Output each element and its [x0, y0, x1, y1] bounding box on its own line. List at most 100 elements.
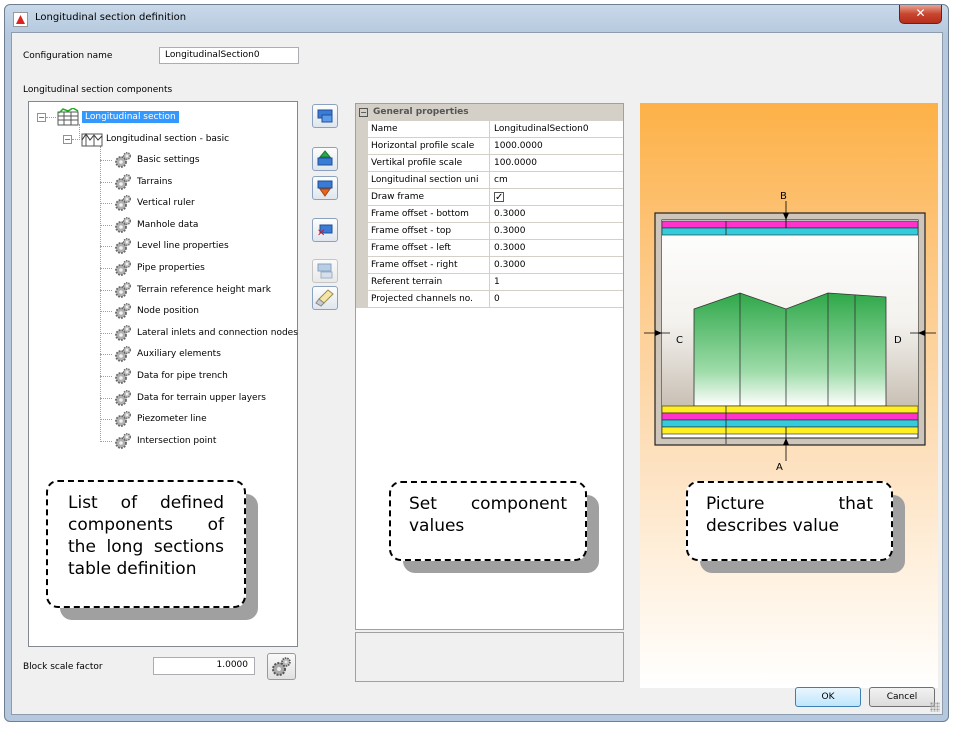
- tree-item-root[interactable]: Longitudinal section: [57, 108, 179, 126]
- close-button[interactable]: ✕: [899, 5, 942, 24]
- gear-icon: [115, 216, 131, 233]
- cancel-button[interactable]: Cancel: [869, 687, 935, 707]
- configuration-name-input[interactable]: LongitudinalSection0: [159, 47, 299, 64]
- gear-icon: [115, 152, 131, 168]
- property-row[interactable]: Longitudinal section uni cm: [356, 172, 623, 189]
- svg-text:✕: ✕: [317, 228, 325, 239]
- property-row[interactable]: Vertikal profile scale 100.0000: [356, 155, 623, 172]
- collapse-icon[interactable]: −: [359, 108, 368, 117]
- tree-item-label: Intersection point: [137, 435, 217, 446]
- property-value[interactable]: 1: [491, 274, 623, 290]
- property-name: Vertikal profile scale: [369, 155, 490, 171]
- property-gutter: [356, 257, 368, 273]
- tree-connector: [100, 160, 112, 161]
- property-row[interactable]: Name LongitudinalSection0: [356, 121, 623, 138]
- property-value[interactable]: 0: [491, 291, 623, 307]
- tree-connector: [100, 354, 112, 356]
- clear-button[interactable]: [312, 286, 338, 310]
- tree-item-label: Data for pipe trench: [137, 371, 228, 381]
- app-icon: [13, 12, 28, 27]
- property-gutter: [356, 240, 368, 256]
- gears-icon: [272, 657, 291, 676]
- tree-item[interactable]: Vertical ruler: [112, 194, 195, 212]
- tree-connector: [72, 139, 80, 140]
- tree-connector: [100, 376, 112, 377]
- property-gutter: [356, 206, 368, 222]
- callout-tree: List of defined components of the long s…: [46, 480, 258, 620]
- gear-icon: [115, 368, 131, 384]
- window-title: Longitudinal section definition: [35, 12, 187, 23]
- tree-item[interactable]: Manhole data: [112, 216, 198, 234]
- tree-item[interactable]: Intersection point: [112, 432, 216, 450]
- property-name: Frame offset - bottom: [369, 206, 490, 222]
- section-profile-icon: [81, 133, 103, 147]
- property-gutter: [356, 138, 368, 154]
- tree-item[interactable]: Lateral inlets and connection nodes: [112, 324, 298, 342]
- move-down-icon: [317, 180, 333, 197]
- tree-item[interactable]: Terrain reference height mark: [112, 281, 271, 299]
- resize-grip[interactable]: [930, 702, 940, 712]
- gear-icon: [115, 411, 131, 428]
- tree-item[interactable]: Data for terrain upper layers: [112, 389, 266, 407]
- clear-icon: [315, 289, 334, 307]
- gear-icon: [115, 238, 131, 255]
- tree-connector: [100, 332, 112, 334]
- block-scale-input[interactable]: 1.0000: [153, 657, 255, 675]
- property-value[interactable]: [491, 189, 623, 206]
- configuration-name-label: Configuration name: [23, 51, 113, 61]
- property-row[interactable]: Horizontal profile scale 1000.0000: [356, 138, 623, 155]
- tree-connector: [79, 124, 80, 138]
- property-value[interactable]: 0.3000: [491, 223, 623, 239]
- property-value[interactable]: LongitudinalSection0: [491, 121, 623, 137]
- property-row[interactable]: Draw frame: [356, 189, 623, 206]
- tree-item[interactable]: Pipe properties: [112, 259, 205, 277]
- property-category-label: General properties: [373, 107, 469, 117]
- property-gutter: [356, 291, 368, 307]
- delete-button[interactable]: ✕: [312, 218, 338, 242]
- tree-item[interactable]: Basic settings: [112, 151, 200, 169]
- property-row[interactable]: Referent terrain 1: [356, 274, 623, 291]
- property-value[interactable]: 0.3000: [491, 257, 623, 273]
- property-value[interactable]: 100.0000: [491, 155, 623, 171]
- block-scale-settings-button[interactable]: [267, 653, 296, 680]
- tree-connector: [100, 246, 112, 248]
- property-value[interactable]: 0.3000: [491, 240, 623, 256]
- property-value[interactable]: 0.3000: [491, 206, 623, 222]
- add-component-icon: [317, 263, 333, 279]
- tree-item[interactable]: Level line properties: [112, 237, 229, 255]
- tree-item-basic[interactable]: Longitudinal section - basic: [81, 130, 229, 148]
- tree-item-label: Pipe properties: [137, 263, 205, 273]
- move-up-button[interactable]: [312, 147, 338, 171]
- tree-connector: [100, 419, 112, 421]
- property-name: Frame offset - left: [369, 240, 490, 256]
- tree-item[interactable]: Tarrains: [112, 173, 172, 191]
- ok-button[interactable]: OK: [795, 687, 861, 707]
- property-value[interactable]: cm: [491, 172, 623, 188]
- draw-frame-checkbox[interactable]: [494, 190, 504, 206]
- property-category[interactable]: − General properties: [356, 104, 623, 121]
- gear-icon: [115, 260, 131, 276]
- tree-item-label: Auxiliary elements: [137, 349, 221, 360]
- property-row[interactable]: Frame offset - bottom 0.3000: [356, 206, 623, 223]
- expander-root[interactable]: −: [37, 113, 46, 122]
- add-section-button[interactable]: [312, 104, 338, 128]
- tree-item[interactable]: Auxiliary elements: [112, 345, 221, 363]
- tree-item-label: Lateral inlets and connection nodes: [137, 327, 298, 338]
- property-row[interactable]: Frame offset - left 0.3000: [356, 240, 623, 257]
- tree-connector: [46, 117, 56, 118]
- components-label: Longitudinal section components: [23, 85, 173, 95]
- tree-item[interactable]: Data for pipe trench: [112, 367, 228, 385]
- tree-item[interactable]: Node position: [112, 302, 199, 320]
- property-row[interactable]: Frame offset - top 0.3000: [356, 223, 623, 240]
- expander-child[interactable]: −: [63, 135, 72, 144]
- title-bar[interactable]: Longitudinal section definition ✕: [5, 5, 948, 33]
- tree-item[interactable]: Piezometer line: [112, 410, 207, 428]
- move-down-button[interactable]: [312, 176, 338, 200]
- callout-picture: Picture that describes value: [686, 481, 905, 573]
- property-name: Referent terrain: [369, 274, 490, 290]
- diagram-label-c: C: [676, 335, 683, 346]
- property-value[interactable]: 1000.0000: [491, 138, 623, 154]
- property-row[interactable]: Projected channels no. 0: [356, 291, 623, 308]
- add-component-button[interactable]: [312, 259, 338, 283]
- property-row[interactable]: Frame offset - right 0.3000: [356, 257, 623, 274]
